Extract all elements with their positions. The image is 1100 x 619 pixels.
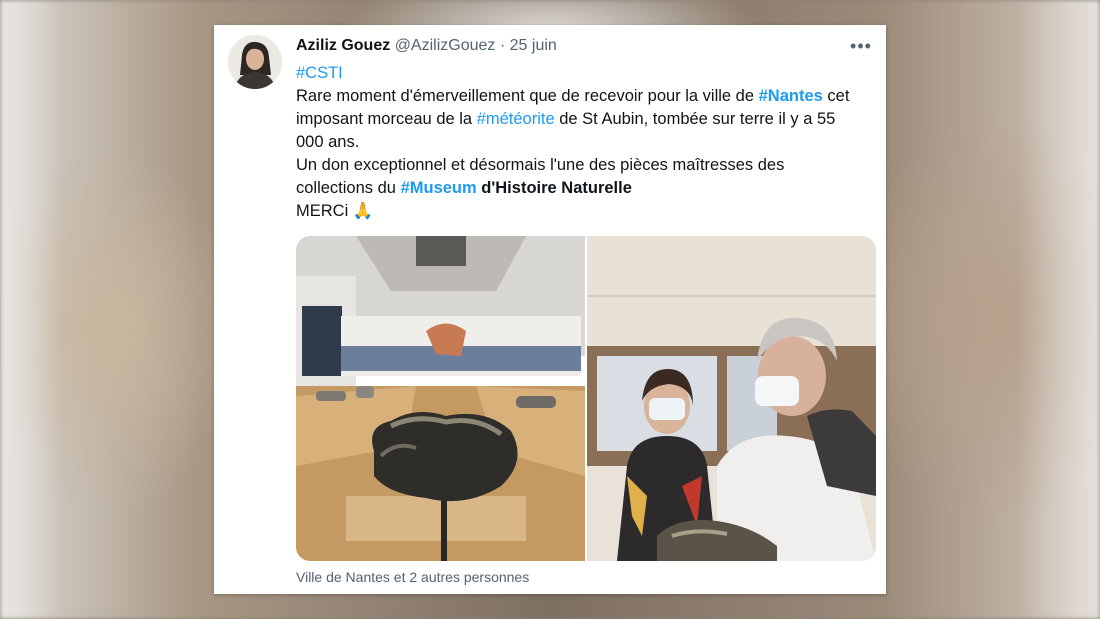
hashtag-nantes[interactable]: #Nantes: [759, 87, 823, 105]
author-handle[interactable]: @AzilizGouez: [395, 37, 496, 54]
media-tag-caption[interactable]: Ville de Nantes et 2 autres personnes: [296, 569, 529, 585]
text-segment: 000 ans.: [296, 133, 360, 151]
media-grid: [296, 236, 876, 561]
more-options-icon[interactable]: •••: [848, 35, 874, 57]
text-segment: imposant morceau de la: [296, 110, 477, 128]
tweet-text: #CSTI Rare moment d'émerveillement que d…: [296, 62, 876, 223]
photo-people-with-meteorite[interactable]: [587, 236, 876, 561]
photo-meteorite-museum[interactable]: [296, 236, 585, 561]
tweet-date[interactable]: 25 juin: [510, 37, 557, 54]
praying-hands-emoji: 🙏: [352, 202, 374, 220]
hashtag-museum[interactable]: #Museum: [401, 179, 477, 197]
avatar[interactable]: [228, 35, 282, 89]
text-segment: MERCi: [296, 202, 349, 220]
text-segment: collections du: [296, 179, 401, 197]
separator-dot: ·: [499, 37, 506, 54]
text-segment: cet: [822, 87, 850, 105]
hashtag-csti[interactable]: #CSTI: [296, 64, 343, 82]
tweet-card[interactable]: Aziliz Gouez @AzilizGouez · 25 juin ••• …: [214, 25, 886, 594]
text-segment: de St Aubin, tombée sur terre il y a 55: [554, 110, 836, 128]
text-segment: Un don exceptionnel et désormais l'une d…: [296, 156, 785, 174]
hashtag-meteorite[interactable]: #météorite: [477, 110, 555, 128]
tweet-header: Aziliz Gouez @AzilizGouez · 25 juin: [296, 37, 557, 55]
text-segment: Rare moment d'émerveillement que de rece…: [296, 87, 759, 105]
text-segment-bold: d'Histoire Naturelle: [481, 179, 632, 197]
author-name[interactable]: Aziliz Gouez: [296, 37, 390, 54]
